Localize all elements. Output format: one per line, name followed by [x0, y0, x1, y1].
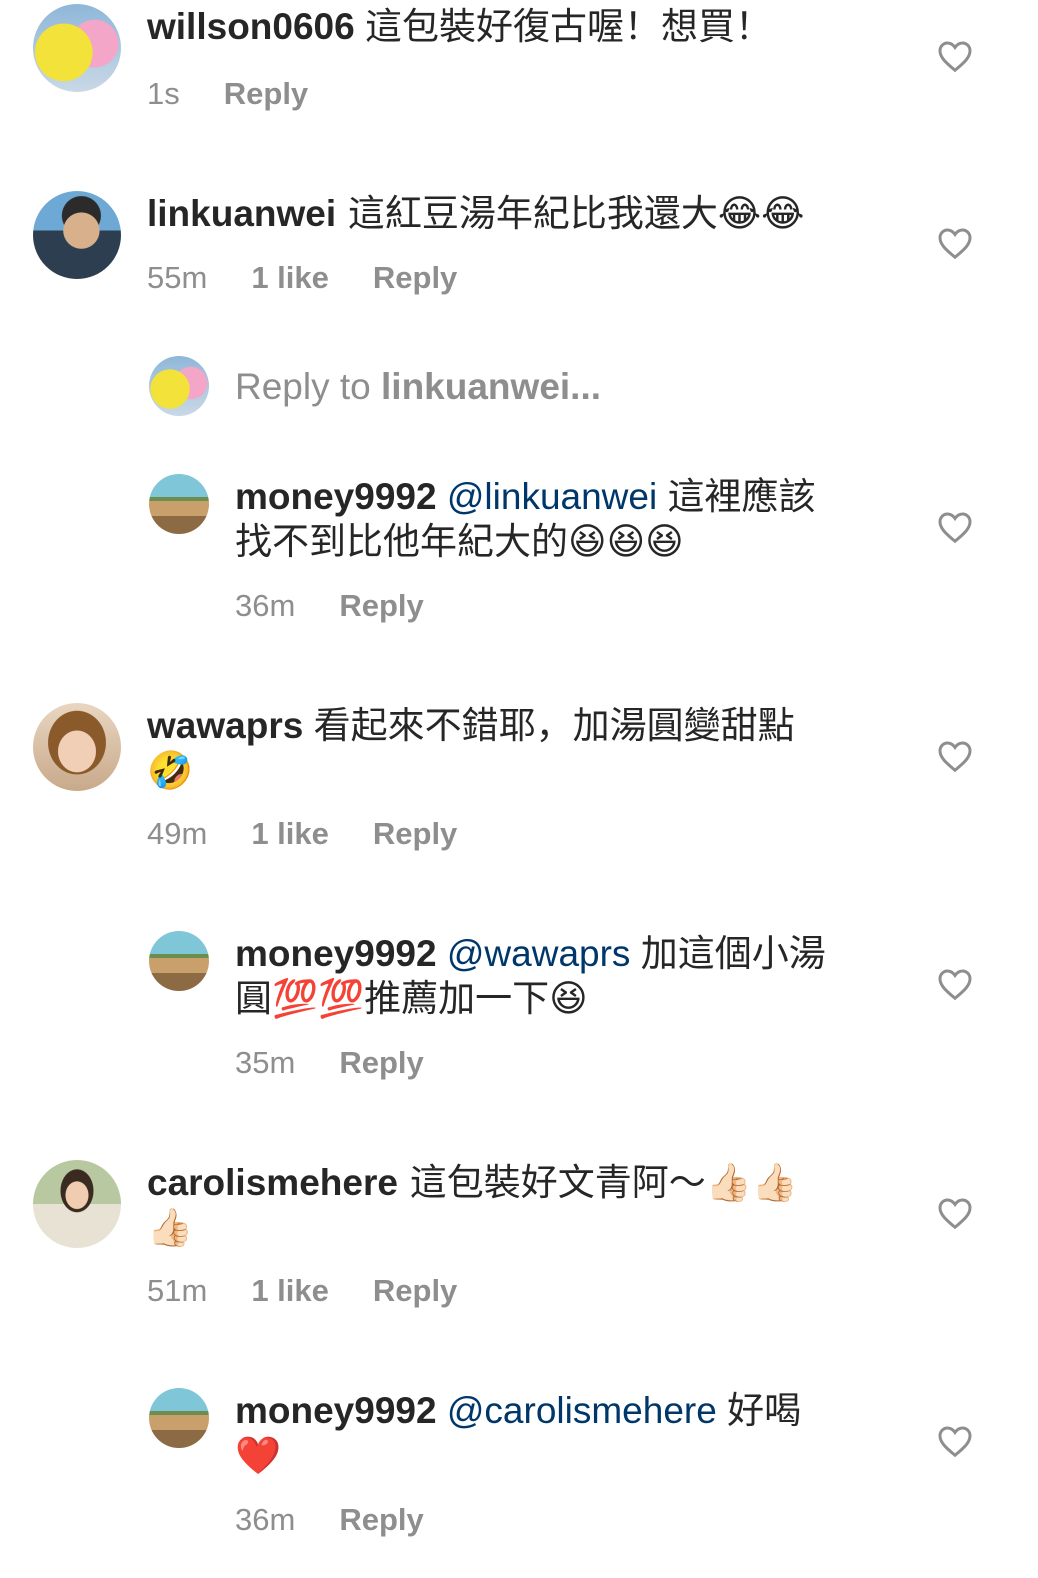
heart-icon[interactable]	[937, 967, 973, 1001]
mention-link[interactable]: @linkuanwei	[447, 476, 657, 517]
comment-time: 1s	[147, 76, 180, 111]
avatar[interactable]	[33, 1160, 121, 1248]
comment-time: 35m	[235, 1045, 296, 1080]
comment-text: wawaprs 看起來不錯耶，加湯圓變甜點 🤣	[147, 703, 795, 793]
comment-meta: 51m 1 like Reply	[147, 1273, 501, 1309]
comment-time: 36m	[235, 588, 296, 623]
avatar[interactable]	[33, 191, 121, 279]
heart-icon[interactable]	[937, 1196, 973, 1230]
comment-body: 好喝	[716, 1390, 802, 1431]
avatar[interactable]	[149, 474, 209, 534]
comment-text: money9992 @linkuanwei 這裡應該 找不到比他年紀大的😆😆😆	[235, 474, 815, 564]
comment-meta: 35m Reply	[235, 1045, 468, 1081]
comment-username[interactable]: money9992	[235, 1390, 437, 1431]
comment-body-line2: 圓💯💯推薦加一下😆	[235, 977, 588, 1020]
reply-button[interactable]: Reply	[339, 1045, 423, 1080]
comment-body: 這包裝好文青阿～👍🏻👍🏻	[397, 1161, 798, 1204]
reply-prompt-text: Reply to	[235, 366, 382, 407]
comment-time: 49m	[147, 816, 208, 851]
comment-body-line2: 找不到比他年紀大的😆😆😆	[235, 520, 684, 563]
mention-link[interactable]: @wawaprs	[447, 933, 631, 974]
heart-icon[interactable]	[937, 39, 973, 73]
heart-icon[interactable]	[937, 226, 973, 260]
reply-input[interactable]: Reply to linkuanwei...	[235, 364, 601, 409]
reply-button[interactable]: Reply	[339, 588, 423, 623]
comment-time: 36m	[235, 1502, 296, 1537]
heart-icon[interactable]	[937, 739, 973, 773]
likes-count[interactable]: 1 like	[251, 260, 329, 295]
avatar	[149, 356, 209, 416]
likes-count[interactable]: 1 like	[251, 816, 329, 851]
comment-body: 這包裝好復古喔！想買！	[354, 6, 772, 47]
comment-meta: 36m Reply	[235, 588, 468, 624]
heart-icon[interactable]	[937, 1424, 973, 1458]
comment-meta: 55m 1 like Reply	[147, 260, 501, 296]
comment-text: money9992 @carolismehere 好喝 ❤️	[235, 1388, 801, 1478]
heart-icon[interactable]	[937, 510, 973, 544]
comment-text: linkuanwei 這紅豆湯年紀比我還大😂😂	[147, 191, 804, 236]
reply-button[interactable]: Reply	[224, 76, 308, 111]
reply-prompt-user: linkuanwei...	[381, 366, 602, 407]
comment-username[interactable]: wawaprs	[147, 705, 303, 746]
reply-button[interactable]: Reply	[373, 260, 457, 295]
reply-button[interactable]: Reply	[339, 1502, 423, 1537]
comment-text: carolismehere 這包裝好文青阿～👍🏻👍🏻 👍🏻	[147, 1160, 798, 1250]
comment-body: 看起來不錯耶，加湯圓變甜點	[303, 705, 795, 746]
reply-button[interactable]: Reply	[373, 1273, 457, 1308]
comment-username[interactable]: linkuanwei	[147, 193, 336, 234]
comment-meta: 49m 1 like Reply	[147, 816, 501, 852]
comment-username[interactable]: carolismehere	[147, 1162, 398, 1203]
comment-username[interactable]: money9992	[235, 933, 437, 974]
comment-time: 51m	[147, 1273, 208, 1308]
comment-username[interactable]: willson0606	[147, 6, 355, 47]
comment-meta: 1s Reply	[147, 76, 352, 112]
comment-body-line2: 🤣	[147, 749, 194, 792]
comment-text: money9992 @wawaprs 加這個小湯 圓💯💯推薦加一下😆	[235, 931, 826, 1021]
comment-body: 這裡應該	[657, 476, 816, 517]
comment-meta: 36m Reply	[235, 1502, 468, 1538]
avatar[interactable]	[149, 1388, 209, 1448]
comment-body-line2: ❤️	[235, 1434, 282, 1477]
reply-button[interactable]: Reply	[373, 816, 457, 851]
avatar[interactable]	[33, 703, 121, 791]
avatar[interactable]	[149, 931, 209, 991]
comment-text: willson0606 這包裝好復古喔！想買！	[147, 4, 772, 49]
mention-link[interactable]: @carolismehere	[447, 1390, 717, 1431]
likes-count[interactable]: 1 like	[251, 1273, 329, 1308]
comment-time: 55m	[147, 260, 208, 295]
comment-body-line2: 👍🏻	[147, 1206, 194, 1249]
avatar[interactable]	[33, 4, 121, 92]
comment-username[interactable]: money9992	[235, 476, 437, 517]
comment-body: 這紅豆湯年紀比我還大😂😂	[336, 192, 805, 235]
comment-body: 加這個小湯	[630, 933, 826, 974]
